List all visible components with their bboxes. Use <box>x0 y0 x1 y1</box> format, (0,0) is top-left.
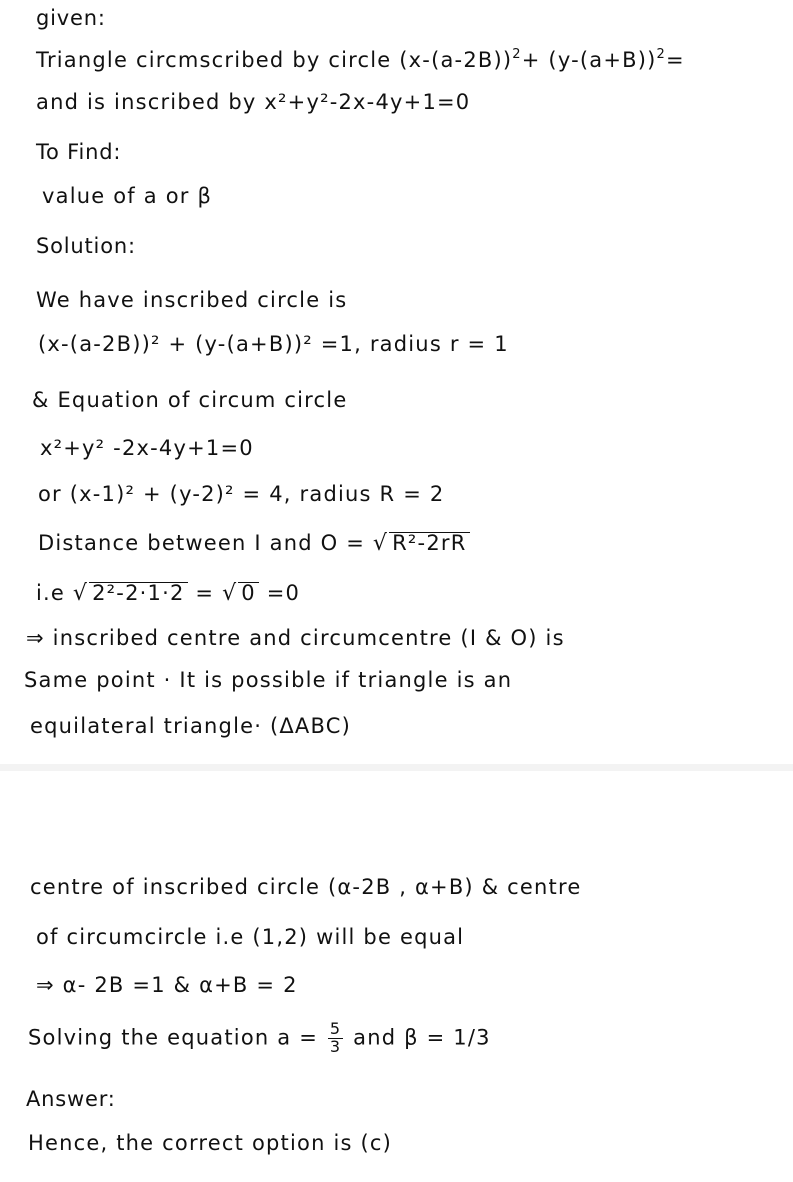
page2-line-2: of circumcircle i.e (1,2) will be equal <box>36 925 465 949</box>
solution-page-1: given: Triangle circmscribed by circle (… <box>0 0 793 764</box>
sqrt-icon: √ <box>72 581 89 606</box>
fraction-denominator: 3 <box>329 1036 342 1056</box>
solution-line-10: equilateral triangle· (ΔABC) <box>30 714 351 738</box>
page-separator <box>0 764 793 771</box>
page2-line-1: centre of inscribed circle (α-2B , α+B) … <box>30 875 582 899</box>
page2-line-4: Solving the equation a = 53 and β = 1/3 <box>28 1020 491 1056</box>
sqrt-icon: √ <box>222 581 238 606</box>
given-eq-part-b: + (y-(a+B)) <box>521 48 657 72</box>
distance-label: Distance between I and O = <box>38 531 373 555</box>
solution-line-4: x²+y² -2x-4y+1=0 <box>40 436 254 460</box>
circumcircle-equation: x²+y²-2x-4y+1=0 <box>264 90 471 114</box>
beta-value: and β = 1/3 <box>345 1025 491 1050</box>
solution-line-2: (x-(a-2B))² + (y-(a+B))² =1, radius r = … <box>38 334 509 355</box>
given-eq-end: = <box>666 48 685 72</box>
page2-line-3: ⇒ α- 2B =1 & α+B = 2 <box>36 973 298 997</box>
sqrt-icon: √ <box>372 531 389 556</box>
given-heading: given: <box>36 6 106 30</box>
answer-text: Hence, the correct option is (c) <box>28 1131 393 1155</box>
circumcircle-radius: , radius R = 2 <box>283 482 445 506</box>
given-eq-part-a: (x-(a-2B)) <box>399 48 513 72</box>
solution-page-2: centre of inscribed circle (α-2B , α+B) … <box>0 771 793 1182</box>
given-line-1-text: Triangle circmscribed by circle <box>36 48 400 72</box>
equals: = <box>187 581 223 605</box>
answer-heading: Answer: <box>26 1087 116 1111</box>
distance-formula: R²-2rR <box>389 532 470 554</box>
sqrt-zero: 0 <box>238 582 259 604</box>
distance-result: =0 <box>258 581 301 605</box>
solution-line-6: Distance between I and O = √ R²-2rR <box>38 532 470 555</box>
solution-line-5: or (x-1)² + (y-2)² = 4, radius R = 2 <box>38 484 444 505</box>
ie-prefix: i.e <box>36 581 73 605</box>
given-line-1: Triangle circmscribed by circle (x-(a-2B… <box>36 47 685 72</box>
solution-line-8: ⇒ inscribed centre and circumcentre (I &… <box>26 626 565 650</box>
given-line-2-text: and is inscribed by <box>36 90 265 114</box>
solution-line-9: Same point · It is possible if triangle … <box>24 668 513 692</box>
alpha-fraction: 53 <box>327 1020 344 1056</box>
solution-line-7: i.e √ 2²-2·1·2 = √ 0 =0 <box>36 582 300 605</box>
circumcircle-standard-form: or (x-1)² + (y-2)² = 4 <box>38 482 284 506</box>
exponent: 2 <box>512 47 522 62</box>
exponent: 2 <box>656 47 666 62</box>
solution-line-3: & Equation of circum circle <box>32 388 348 412</box>
given-line-2: and is inscribed by x²+y²-2x-4y+1=0 <box>36 92 470 113</box>
solution-line-1: We have inscribed circle is <box>36 288 348 312</box>
inscribed-circle-equation: (x-(a-2B))² + (y-(a+B))² =1 <box>38 332 355 356</box>
to-find-text: value of a or β <box>42 184 213 208</box>
distance-substitution: 2²-2·1·2 <box>89 582 188 604</box>
inscribed-radius: , radius r = 1 <box>354 332 509 356</box>
solution-heading: Solution: <box>36 234 136 258</box>
to-find-heading: To Find: <box>36 140 122 164</box>
solving-text: Solving the equation a = <box>28 1025 326 1050</box>
